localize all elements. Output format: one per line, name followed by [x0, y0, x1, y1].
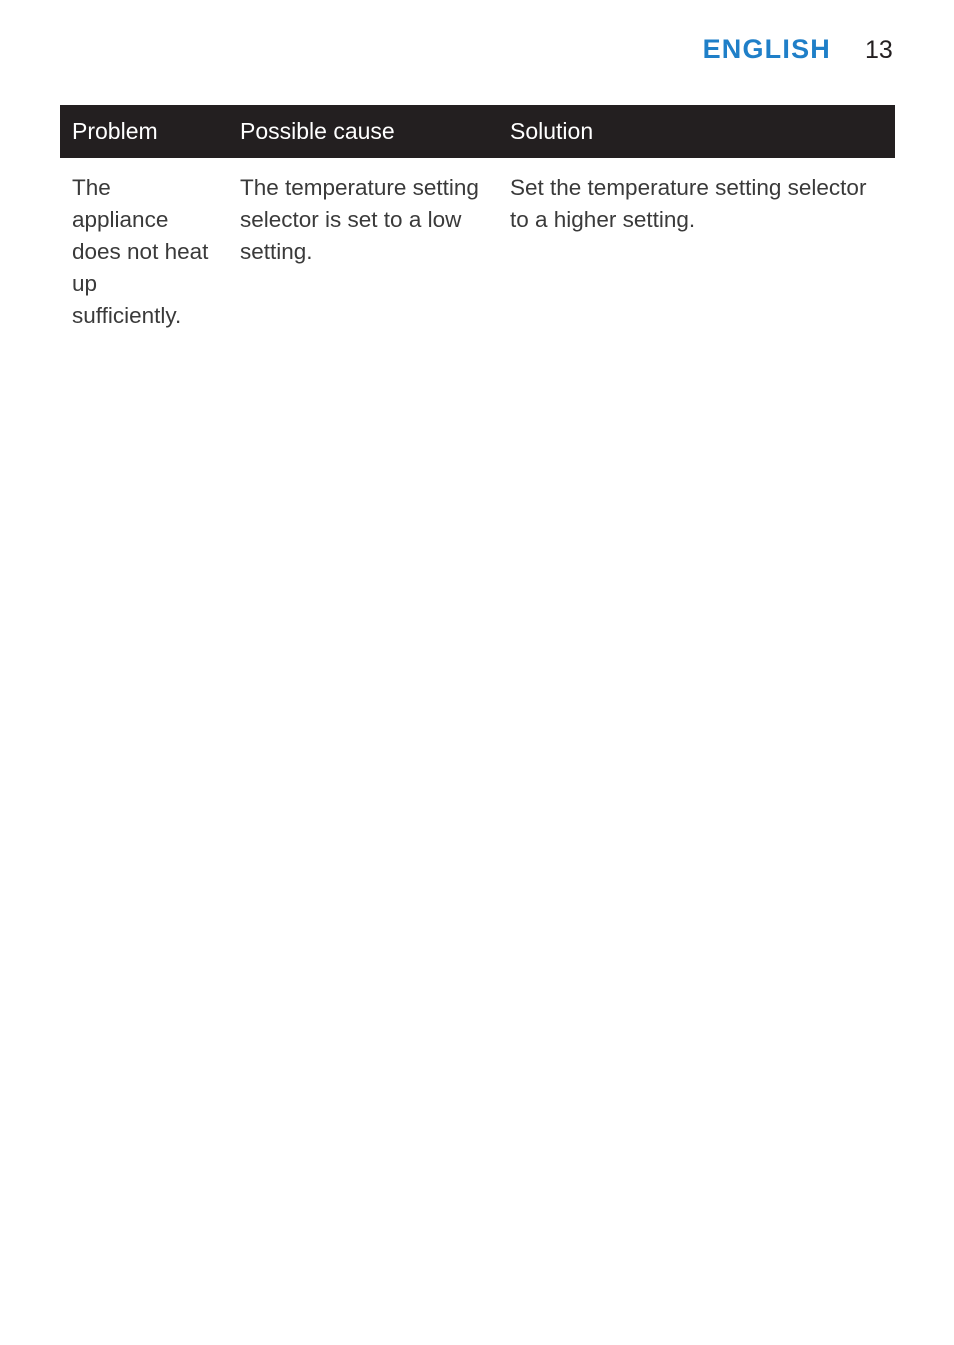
cell-problem: The appliance does not heat up sufficien…	[60, 158, 228, 332]
cell-possible-cause: The temperature setting selector is set …	[228, 158, 498, 332]
table-body: The appliance does not heat up sufficien…	[60, 158, 895, 332]
cell-possible-cause-text: The temperature setting selector is set …	[240, 175, 479, 264]
manual-page: ENGLISH 13 Problem Possible cause Soluti…	[0, 0, 954, 1345]
cell-solution: Set the temperature setting selector to …	[498, 158, 895, 332]
column-header-solution-label: Solution	[510, 118, 594, 144]
language-label: ENGLISH	[702, 34, 831, 64]
column-header-solution: Solution	[498, 105, 895, 158]
column-header-possible-cause: Possible cause	[228, 105, 498, 158]
table-header: Problem Possible cause Solution	[60, 105, 895, 158]
column-header-possible-cause-label: Possible cause	[240, 118, 395, 144]
cell-solution-text: Set the temperature setting selector to …	[510, 175, 867, 232]
column-header-problem-label: Problem	[72, 118, 158, 144]
page-number: 13	[865, 36, 893, 64]
table-header-row: Problem Possible cause Solution	[60, 105, 895, 158]
column-header-problem: Problem	[60, 105, 228, 158]
table-row: The appliance does not heat up sufficien…	[60, 158, 895, 332]
cell-problem-text: The appliance does not heat up sufficien…	[72, 175, 209, 328]
troubleshooting-table: Problem Possible cause Solution The appl…	[60, 105, 895, 332]
running-head: ENGLISH 13	[60, 36, 895, 70]
